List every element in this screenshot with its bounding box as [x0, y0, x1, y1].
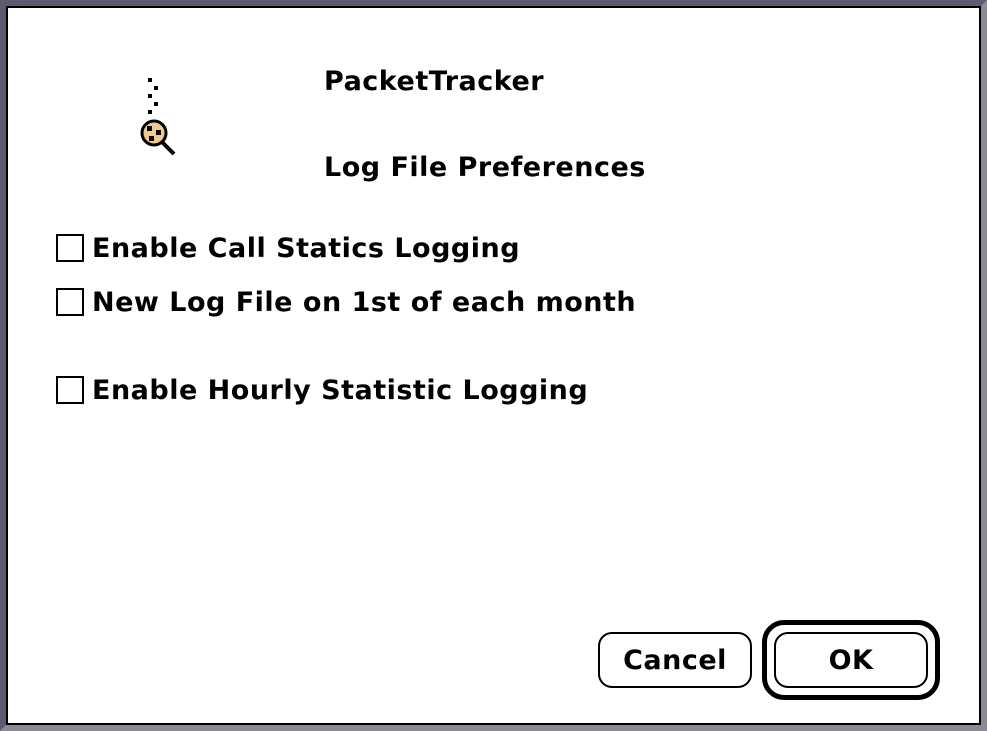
option-label: New Log File on 1st of each month	[92, 286, 637, 318]
dialog-heading: Log File Preferences	[324, 152, 646, 183]
option-call-statistics-logging[interactable]: Enable Call Statics Logging	[56, 230, 520, 266]
option-label: Enable Hourly Statistic Logging	[92, 374, 589, 406]
app-title: PacketTracker	[324, 66, 545, 97]
checkbox[interactable]	[56, 288, 84, 316]
preferences-dialog: PacketTracker Log File Preferences Enabl…	[0, 0, 987, 731]
ok-button[interactable]: OK	[774, 632, 928, 688]
checkbox[interactable]	[56, 376, 84, 404]
dialog-frame: PacketTracker Log File Preferences Enabl…	[6, 6, 981, 725]
option-label: Enable Call Statics Logging	[92, 232, 521, 264]
option-monthly-new-log-file[interactable]: New Log File on 1st of each month	[56, 284, 636, 320]
option-hourly-statistic-logging[interactable]: Enable Hourly Statistic Logging	[56, 372, 588, 408]
cancel-button[interactable]: Cancel	[598, 632, 752, 688]
packet-magnifier-icon	[140, 78, 176, 156]
checkbox[interactable]	[56, 234, 84, 262]
